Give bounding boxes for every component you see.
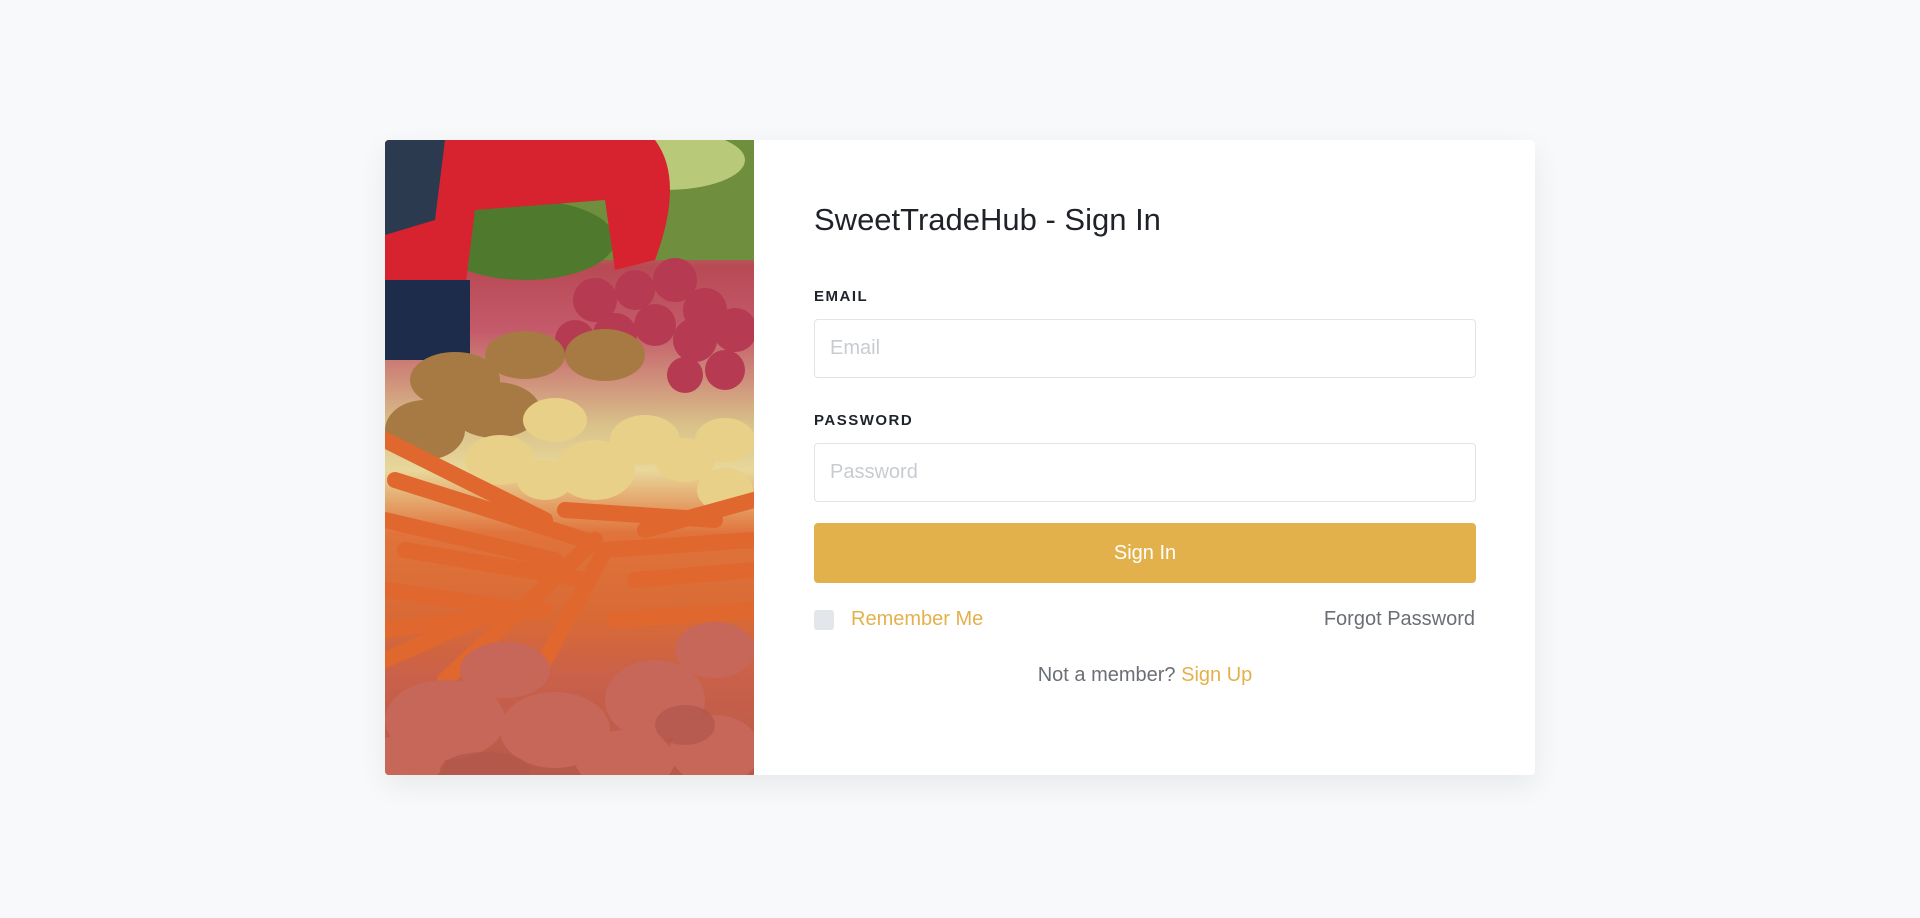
sign-in-button[interactable]: Sign In xyxy=(814,523,1476,583)
produce-image xyxy=(385,140,754,775)
password-label: PASSWORD xyxy=(814,412,914,429)
signup-prompt: Not a member? Sign Up xyxy=(814,664,1476,687)
forgot-password-link[interactable]: Forgot Password xyxy=(1324,608,1475,631)
email-label: EMAIL xyxy=(814,288,869,305)
page-title: SweetTradeHub - Sign In xyxy=(814,202,1161,237)
password-field[interactable] xyxy=(814,443,1476,502)
email-field[interactable] xyxy=(814,319,1476,378)
signin-form: SweetTradeHub - Sign In EMAIL PASSWORD S… xyxy=(754,140,1535,775)
remember-me-checkbox[interactable] xyxy=(814,609,834,630)
signin-card: SweetTradeHub - Sign In EMAIL PASSWORD S… xyxy=(385,140,1535,775)
remember-me: Remember Me xyxy=(814,608,983,631)
sign-up-link[interactable]: Sign Up xyxy=(1181,664,1252,686)
remember-me-label[interactable]: Remember Me xyxy=(851,608,983,631)
produce-illustration xyxy=(385,140,754,775)
signup-prompt-text: Not a member? xyxy=(1037,664,1176,686)
